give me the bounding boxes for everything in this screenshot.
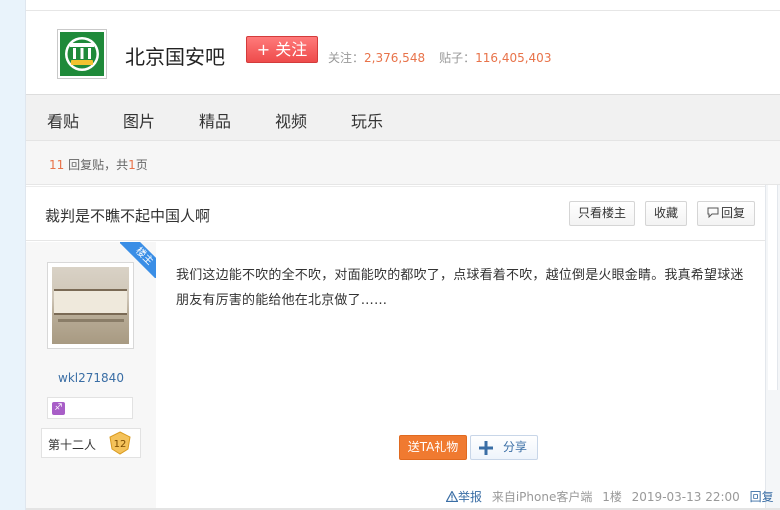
post-content: 我们这边能不吹的全不吹，对面能吹的都吹了，点球看着不吹，越位倒是火眼金睛。我真希… <box>176 268 744 308</box>
posts-count: 116,405,403 <box>475 51 552 65</box>
avatar-image <box>52 267 129 344</box>
post-time: 2019-03-13 22:00 <box>631 490 740 504</box>
thread-title-bar: 裁判是不瞧不起中国人啊 只看楼主 收藏 回复 <box>26 186 765 241</box>
tab-featured[interactable]: 精品 <box>199 108 231 132</box>
reply-link[interactable]: 回复 <box>750 490 774 504</box>
right-sidebar <box>765 185 780 510</box>
tab-videos[interactable]: 视频 <box>275 108 307 132</box>
level-name: 第十二人 <box>48 438 97 452</box>
left-rail <box>0 0 26 510</box>
avatar[interactable] <box>47 262 134 349</box>
reply-count: 11 <box>49 158 65 172</box>
forum-nav: 看贴 图片 精品 视频 玩乐 <box>26 94 780 141</box>
thread-title: 裁判是不瞧不起中国人啊 <box>45 207 211 225</box>
sagittarius-icon[interactable]: ♐ <box>52 402 65 415</box>
follow-button[interactable]: + 关注 <box>246 36 318 63</box>
warning-icon <box>445 490 459 503</box>
share-plus-icon <box>479 441 493 455</box>
level-badge-icon: 12 <box>109 431 131 455</box>
reply-pager: 11 回复贴，共1页 <box>26 141 780 185</box>
post-footer: 举报 来自iPhone客户端 1楼 2019-03-13 22:00 回复 <box>445 488 774 505</box>
forum-title[interactable]: 北京国安吧 <box>125 41 225 70</box>
beijing-guoan-crest-icon <box>60 32 104 76</box>
tab-fun[interactable]: 玩乐 <box>351 108 383 132</box>
send-gift-button[interactable]: 送TA礼物 <box>399 435 467 460</box>
only-op-button[interactable]: 只看楼主 <box>569 201 635 226</box>
user-level[interactable]: 第十二人 12 <box>41 428 141 458</box>
share-label: 分享 <box>503 440 528 454</box>
post-source: 来自iPhone客户端 <box>491 490 593 504</box>
page-count: 1 <box>128 158 136 172</box>
followers-label: 关注： <box>328 51 365 65</box>
share-button[interactable]: 分享 <box>470 435 538 460</box>
reply-count-mid: 回复贴，共 <box>64 158 129 172</box>
posts-label: 贴子： <box>439 51 476 65</box>
reply-button[interactable]: 回复 <box>697 201 755 226</box>
forum-logo[interactable] <box>57 29 107 79</box>
forum-header: 北京国安吧 + 关注 关注：2,376,548 贴子：116,405,403 <box>26 10 780 94</box>
reply-button-label: 回复 <box>720 206 745 220</box>
floor-number: 1楼 <box>602 490 622 504</box>
reply-count-text: 11 回复贴，共1页 <box>49 156 148 173</box>
comment-icon <box>707 207 719 219</box>
followers-count: 2,376,548 <box>364 51 426 65</box>
reply-count-end: 页 <box>135 158 148 172</box>
level-number: 12 <box>114 439 127 450</box>
tab-images[interactable]: 图片 <box>123 108 155 132</box>
report-link[interactable]: 举报 <box>458 490 482 504</box>
tab-threads[interactable]: 看贴 <box>47 108 79 132</box>
favorite-button[interactable]: 收藏 <box>645 201 687 226</box>
user-badge-box: ♐ <box>47 397 133 419</box>
forum-stats: 关注：2,376,548 贴子：116,405,403 <box>328 49 565 66</box>
username[interactable]: wkl271840 <box>26 371 156 385</box>
